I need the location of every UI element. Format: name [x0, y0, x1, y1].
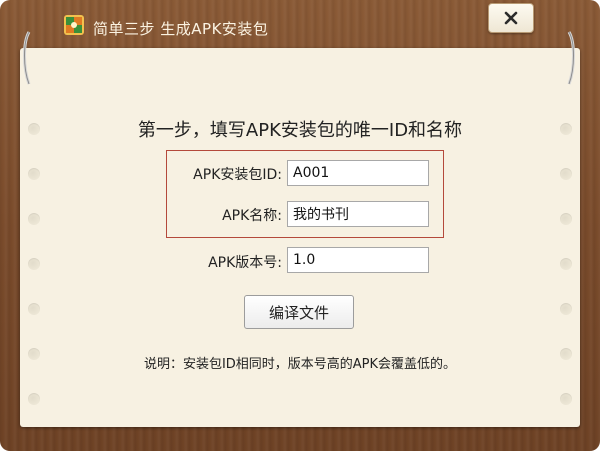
window-title: 简单三步 生成APK安装包: [93, 20, 269, 38]
binding-hole: [28, 213, 40, 225]
title-bar[interactable]: 简单三步 生成APK安装包: [0, 0, 600, 44]
app-window: 简单三步 生成APK安装包 第一步，填写APK安装包的唯一ID和名称 APK安装…: [0, 0, 600, 451]
app-logo-icon: [64, 15, 84, 35]
binder-ring-right: [567, 31, 575, 85]
apk-version-label: APK版本号:: [208, 255, 282, 271]
apk-name-input[interactable]: [287, 201, 429, 227]
binding-hole: [560, 168, 572, 180]
binder-ring-left: [23, 31, 31, 85]
binding-hole: [560, 393, 572, 405]
usage-note: 说明：安装包ID相同时，版本号高的APK会覆盖低的。: [143, 357, 457, 372]
binding-hole: [28, 258, 40, 270]
close-icon: [504, 11, 518, 25]
compile-button[interactable]: 编译文件: [244, 295, 354, 329]
apk-id-input[interactable]: [287, 160, 429, 186]
apk-version-input[interactable]: [287, 247, 429, 273]
binding-hole: [560, 258, 572, 270]
close-button[interactable]: [488, 3, 534, 33]
binding-hole: [28, 393, 40, 405]
paper-panel: 第一步，填写APK安装包的唯一ID和名称 APK安装包ID: APK名称: AP…: [20, 48, 580, 427]
binding-hole: [560, 303, 572, 315]
apk-id-label: APK安装包ID:: [193, 167, 282, 183]
binding-hole: [28, 303, 40, 315]
binding-hole: [560, 213, 572, 225]
binding-hole: [28, 168, 40, 180]
apk-name-label: APK名称:: [222, 208, 282, 224]
step-heading: 第一步，填写APK安装包的唯一ID和名称: [137, 120, 463, 141]
